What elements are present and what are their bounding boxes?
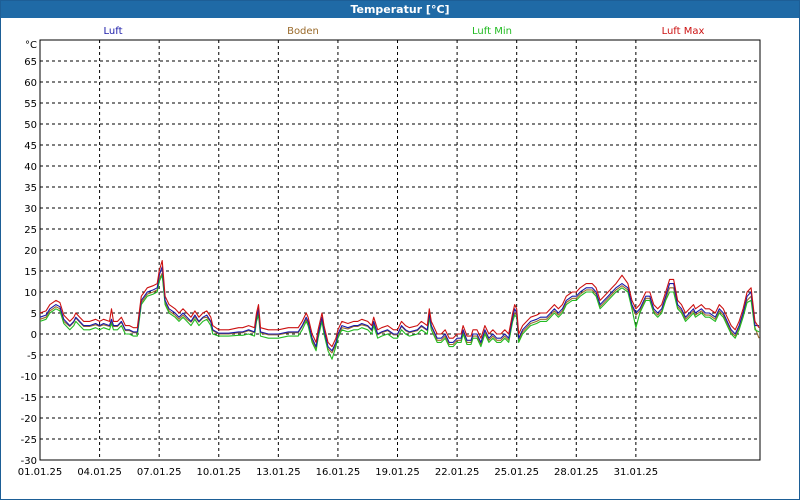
x-tick-label: 10.01.25 [196, 467, 241, 478]
y-tick-label: -15 [21, 393, 37, 404]
y-tick-label: 25 [24, 225, 37, 236]
y-tick-label: 35 [24, 183, 37, 194]
legend-entry: Luft [104, 26, 123, 37]
x-tick-label: 16.01.25 [316, 467, 361, 478]
x-tick-label: 04.01.25 [77, 467, 122, 478]
y-tick-label: 30 [24, 204, 37, 215]
temperature-chart: 65605550454035302520151050-5-10-15-20-25… [18, 26, 761, 478]
y-tick-label: -20 [21, 414, 37, 425]
x-tick-label: 28.01.25 [554, 467, 599, 478]
y-tick-label: -30 [21, 456, 37, 467]
y-tick-label: 20 [24, 246, 37, 257]
x-tick-label: 31.01.25 [614, 467, 659, 478]
y-tick-label: 55 [24, 99, 37, 110]
y-tick-label: -10 [21, 372, 37, 383]
y-tick-label: 10 [24, 288, 37, 299]
y-tick-label: -5 [27, 351, 37, 362]
y-tick-label: 60 [24, 78, 37, 89]
x-tick-label: 01.01.25 [18, 467, 63, 478]
x-tick-label: 22.01.25 [435, 467, 480, 478]
x-tick-label: 13.01.25 [256, 467, 301, 478]
y-axis-unit: °C [25, 40, 37, 51]
legend-entry: Luft Max [662, 26, 705, 37]
y-tick-label: 45 [24, 141, 37, 152]
y-tick-label: 40 [24, 162, 37, 173]
y-tick-label: 50 [24, 120, 37, 131]
y-tick-label: 0 [31, 330, 37, 341]
legend-entry: Boden [287, 26, 319, 37]
y-tick-label: 65 [24, 57, 37, 68]
y-tick-label: 5 [31, 309, 37, 320]
y-tick-label: -25 [21, 435, 37, 446]
x-tick-label: 25.01.25 [494, 467, 539, 478]
legend-entry: Luft Min [472, 26, 512, 37]
y-tick-label: 15 [24, 267, 37, 278]
x-tick-label: 07.01.25 [137, 467, 182, 478]
x-tick-label: 19.01.25 [375, 467, 420, 478]
